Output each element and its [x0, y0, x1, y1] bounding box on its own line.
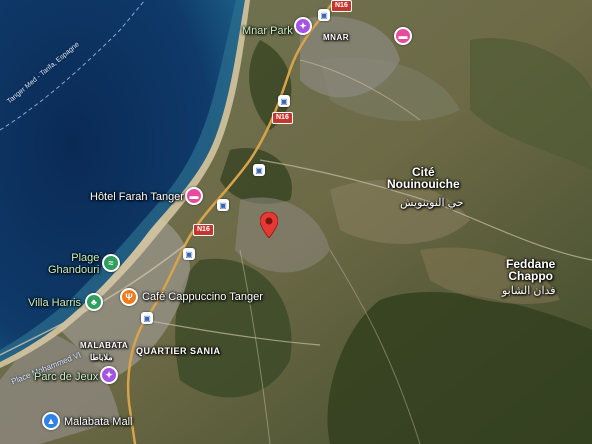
hotel-icon[interactable]: ▬ [394, 27, 412, 45]
road-shield-n16: N16 [193, 224, 214, 236]
amusement-park-icon[interactable]: ✦ [294, 17, 312, 35]
shopping-bag-icon[interactable]: ▲ [42, 412, 60, 430]
road-shield-n16: N16 [272, 112, 293, 124]
bus-stop-icon[interactable]: ▣ [318, 9, 330, 21]
bus-stop-icon[interactable]: ▣ [141, 312, 153, 324]
road-shield-n16: N16 [331, 0, 352, 12]
place-label-plage-ghandouri: Plage Ghandouri [48, 252, 100, 276]
bus-stop-icon[interactable]: ▣ [278, 95, 290, 107]
place-label-malabata-mall: Malabata Mall [64, 416, 133, 428]
place-label-parc-de-jeux: Parc de Jeux [34, 371, 99, 383]
place-label-hotel-farah-tanger: Hôtel Farah Tanger [90, 191, 184, 203]
bus-stop-icon[interactable]: ▣ [217, 199, 229, 211]
place-label-villa-harris: Villa Harris [28, 297, 81, 309]
place-label-cite-nouinouiche-arabic: حي النوينويش [400, 197, 464, 209]
amusement-park-icon[interactable]: ✦ [100, 366, 118, 384]
map-canvas[interactable]: Tanger Med - Tarifa, Espagne Place Moham… [0, 0, 592, 444]
place-label-quartier-sania: QUARTIER SANIA [136, 346, 221, 356]
place-label-mnar-park: Mnar Park [242, 25, 293, 37]
place-label-feddane-chappo: Feddane Chappo [506, 257, 556, 283]
place-label-cite-nouinouiche: Cité Nouinouiche [387, 165, 460, 191]
hotel-icon[interactable]: ▬ [185, 187, 203, 205]
bus-stop-icon[interactable]: ▣ [253, 164, 265, 176]
place-label-cafe-cappuccino-tanger: Café Cappuccino Tanger [142, 291, 263, 303]
bus-stop-icon[interactable]: ▣ [183, 248, 195, 260]
place-label-malabata: MALABATA [80, 341, 129, 350]
beach-icon[interactable]: ≈ [102, 254, 120, 272]
park-icon[interactable]: ♣ [85, 293, 103, 311]
map-pin-icon[interactable] [260, 212, 278, 238]
restaurant-icon[interactable]: Ψ [120, 288, 138, 306]
place-label-malabata-arabic: ملاباطا [90, 353, 113, 362]
place-label-mnar: MNAR [323, 33, 349, 42]
place-label-feddane-chappo-arabic: فدان الشابو [502, 285, 556, 297]
